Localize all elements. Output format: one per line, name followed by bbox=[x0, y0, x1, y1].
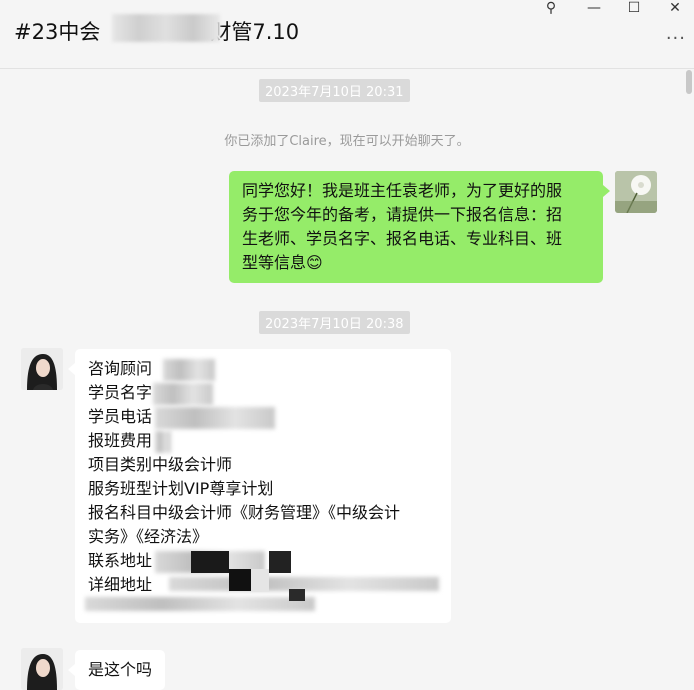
message-line: 实务》《经济法》 bbox=[88, 527, 209, 546]
redacted-pixel bbox=[191, 551, 229, 573]
chat-title-suffix: 财管7.10 bbox=[210, 20, 300, 44]
minimize-button[interactable]: — bbox=[581, 0, 607, 16]
redacted-pixel bbox=[269, 551, 291, 573]
message-line: 型等信息😊 bbox=[242, 253, 323, 272]
message-line: 同学您好！我是班主任袁老师，为了更好的服 bbox=[242, 181, 563, 200]
redacted-pixel bbox=[229, 569, 251, 591]
more-options-button[interactable]: ··· bbox=[666, 28, 686, 49]
message-line: 务于您今年的备考，请提供一下报名信息：招 bbox=[242, 205, 563, 224]
close-button[interactable]: ✕ bbox=[662, 0, 688, 16]
redacted-text bbox=[163, 359, 215, 381]
redacted-text bbox=[155, 431, 171, 453]
pin-icon[interactable]: ⚲ bbox=[538, 0, 564, 16]
chat-title-prefix: #23中会 bbox=[14, 20, 101, 44]
redacted-text bbox=[153, 383, 213, 405]
woman-portrait-avatar-icon[interactable] bbox=[21, 348, 63, 390]
redacted-pixel bbox=[289, 589, 305, 601]
message-line: 报班费用 bbox=[88, 431, 153, 450]
redacted-title-segment bbox=[112, 14, 220, 42]
timestamp: 2023年7月10日 20:31 bbox=[259, 79, 410, 102]
dandelion-avatar-icon[interactable] bbox=[615, 171, 657, 213]
message-line: 咨询顾问 bbox=[88, 359, 153, 378]
message-bubble-other[interactable]: 咨询顾问 学员名字 学员电话 报班费用 项目类别中级会计师 服务班型计划VIP尊… bbox=[68, 349, 451, 623]
message-line: 服务班型计划VIP尊享计划 bbox=[88, 479, 274, 498]
system-message: 你已添加了Claire，现在可以开始聊天了。 bbox=[224, 134, 470, 149]
redacted-pixel bbox=[251, 569, 269, 591]
scrollbar-thumb[interactable] bbox=[686, 70, 692, 94]
title-bar: #23中会 财管7.10 ⚲ — ☐ ✕ ··· bbox=[0, 0, 694, 69]
message-line: 生老师、学员名字、报名电话、专业科目、班 bbox=[242, 229, 563, 248]
message-bubble-other[interactable]: 是这个吗 bbox=[67, 650, 166, 690]
message-line: 学员名字 bbox=[88, 383, 153, 402]
message-line: 是这个吗 bbox=[88, 660, 153, 679]
timestamp: 2023年7月10日 20:38 bbox=[259, 311, 410, 334]
message-line: 项目类别中级会计师 bbox=[88, 455, 233, 474]
maximize-button[interactable]: ☐ bbox=[621, 0, 647, 16]
message-line: 报名科目中级会计师《财务管理》《中级会计 bbox=[88, 503, 401, 522]
redacted-text bbox=[85, 597, 315, 611]
message-bubble-me[interactable]: 同学您好！我是班主任袁老师，为了更好的服 务于您今年的备考，请提供一下报名信息：… bbox=[229, 171, 610, 283]
redacted-text bbox=[155, 407, 275, 429]
